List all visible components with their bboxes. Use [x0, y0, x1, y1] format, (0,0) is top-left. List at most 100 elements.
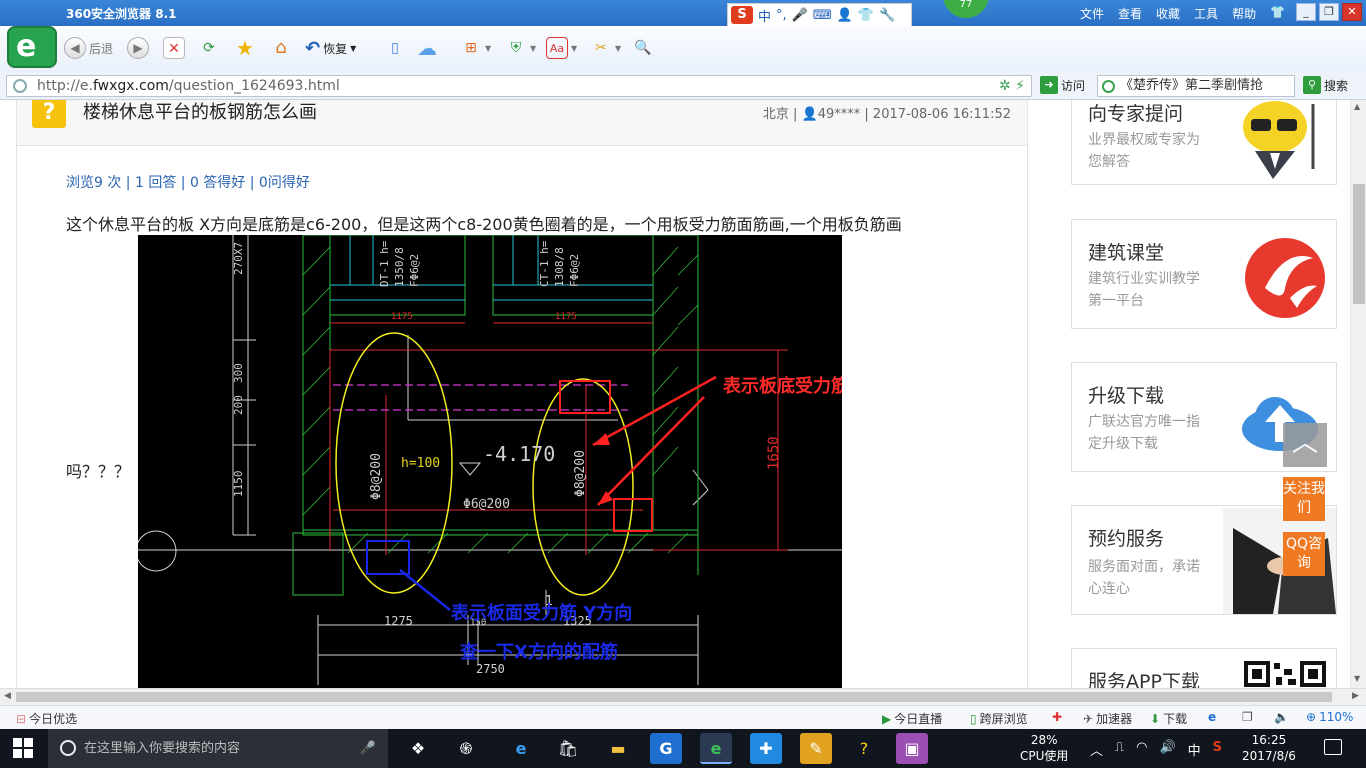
wrench-icon[interactable]: 🔧 [879, 8, 895, 23]
follow-us-button[interactable]: 关注我们 [1283, 477, 1325, 521]
sogou-tray-icon[interactable]: S [1213, 740, 1222, 759]
windows-start-icon[interactable] [13, 738, 33, 758]
zoom-indicator[interactable]: ⊕ 110% [1306, 710, 1353, 724]
stop-icon: ✕ [163, 37, 185, 59]
menu-view[interactable]: 查看 [1118, 5, 1142, 22]
vertical-scrollbar[interactable]: ▲ ▼ [1350, 100, 1366, 688]
skin-icon[interactable]: 👕 [1270, 5, 1285, 22]
scroll-right-icon[interactable]: ▶ [1352, 691, 1359, 701]
cad-tag2c: FΦ6@2 [568, 254, 581, 287]
task-view-icon[interactable]: ❖ [402, 733, 434, 764]
window-icon[interactable]: ❐ [1242, 710, 1253, 724]
notification-badge[interactable]: 77 [943, 0, 989, 18]
download-button[interactable]: ⬇ 下载 [1150, 710, 1187, 727]
restore-button[interactable]: ↶ 恢复 ▼ [305, 36, 356, 60]
ime-lang[interactable]: 中 [758, 6, 771, 25]
question-body-line1: 这个休息平台的板 X方向是底筋是c6-200，但是这两个c8-200黄色圈着的是… [66, 215, 902, 234]
shirt-icon[interactable]: 👕 [858, 8, 874, 23]
notes-app-icon[interactable]: ✎ [800, 733, 832, 764]
ime-toolbar[interactable]: S 中 °, 🎤 ⌨ 👤 👕 🔧 [727, 3, 912, 27]
menu-help[interactable]: 帮助 [1232, 5, 1256, 22]
cad-dim-top-1: 1175 [391, 312, 413, 322]
favorites-button[interactable]: ★ [234, 36, 256, 60]
wifi-icon[interactable]: ◠ [1136, 740, 1147, 759]
phone-icon: ▯ [391, 40, 399, 56]
dropdown-arrow-icon: ▼ [485, 43, 492, 53]
app-image-icon[interactable]: ▣ [896, 733, 928, 764]
browser-window: 360安全浏览器 8.1 S 中 °, 🎤 ⌨ 👤 👕 🔧 77 文件 查看 收… [0, 0, 1366, 768]
app-g-icon[interactable]: G [650, 733, 682, 764]
vertical-scroll-thumb[interactable] [1353, 184, 1365, 304]
scroll-down-icon[interactable]: ▼ [1354, 674, 1360, 683]
screenshot-button[interactable]: ✂ ▼ [590, 36, 621, 60]
translate-button[interactable]: Aa ▼ [546, 36, 577, 60]
url-input[interactable]: http://e.fwxgx.com/question_1624693.html… [6, 75, 1032, 97]
search-input[interactable]: 《楚乔传》第二季剧情抢 [1097, 75, 1295, 97]
keyboard-icon[interactable]: ⌨ [813, 8, 832, 23]
zoom-button[interactable]: 🔍 [632, 36, 654, 60]
cloud-button[interactable]: ☁ [416, 36, 438, 60]
scroll-left-icon[interactable]: ◀ [4, 691, 11, 701]
horizontal-scroll-thumb[interactable] [16, 692, 1332, 702]
cad-dim-left-4: 1150 [232, 471, 245, 498]
question-stats[interactable]: 浏览9 次 | 1 回答 | 0 答得好 | 0问得好 [66, 172, 310, 192]
app-question-icon[interactable]: ? [848, 733, 880, 764]
star-icon: ★ [236, 36, 254, 60]
microphone-icon[interactable]: 🎤 [792, 8, 808, 23]
refresh-button[interactable]: ⟳ [198, 36, 220, 60]
file-explorer-icon[interactable]: ▬ [602, 733, 634, 764]
apps-grid-icon: ⊞ [465, 40, 477, 56]
minimize-button[interactable]: _ [1296, 3, 1316, 21]
search-button[interactable]: ⚲ 搜索 [1303, 76, 1348, 94]
store-icon[interactable]: 🛍 [552, 733, 584, 764]
speaker-icon[interactable]: 🔊 [1159, 740, 1175, 759]
menu-file[interactable]: 文件 [1080, 5, 1104, 22]
sogou-ime-icon[interactable]: S [731, 6, 753, 24]
today-picks-button[interactable]: ⊟ 今日优选 [16, 710, 77, 727]
stop-button[interactable]: ✕ [163, 36, 185, 60]
menu-tools[interactable]: 工具 [1194, 5, 1218, 22]
back-to-top-button[interactable]: ︿ [1283, 423, 1327, 467]
360-browser-taskbar-icon[interactable]: e [700, 733, 732, 764]
back-button[interactable]: ◀ 后退 [64, 36, 113, 60]
volume-icon[interactable]: 🔈 [1274, 710, 1289, 724]
ime-indicator[interactable]: 中 [1188, 740, 1201, 759]
sidebar-card-app[interactable]: 服务APP下载 [1071, 648, 1337, 688]
speed-mode-icon[interactable]: ✲ ⚡ [999, 76, 1025, 96]
menu-favorites[interactable]: 收藏 [1156, 5, 1180, 22]
close-button[interactable]: ✕ [1342, 3, 1362, 21]
microphone-icon[interactable]: 🎤 [360, 729, 376, 768]
live-button[interactable]: ▶ 今日直播 [882, 710, 942, 727]
edge-spiral-icon[interactable]: ֍ [450, 733, 482, 764]
forward-button[interactable]: ▶ [127, 36, 149, 60]
mobile-button[interactable]: ▯ [384, 36, 406, 60]
apps-button[interactable]: ⊞ ▼ [460, 36, 491, 60]
sidebar-card-expert[interactable]: 向专家提问 业界最权威专家为您解答 [1071, 100, 1337, 185]
edge-browser-icon[interactable]: e [505, 733, 537, 764]
app-plus-icon[interactable]: ✚ [750, 733, 782, 764]
ie-icon[interactable]: e [1208, 710, 1216, 724]
accelerator-button[interactable]: ✈ 加速器 [1083, 710, 1132, 727]
cross-screen-button[interactable]: ▯ 跨屏浏览 [970, 710, 1028, 727]
ime-punct[interactable]: °, [776, 8, 787, 23]
network-icon[interactable]: ⎍ [1115, 740, 1124, 759]
plus-shield-icon[interactable]: ✚ [1052, 710, 1062, 724]
browser-logo-icon[interactable]: e [7, 26, 57, 68]
scroll-up-icon[interactable]: ▲ [1354, 102, 1360, 111]
home-button[interactable]: ⌂ [270, 36, 292, 60]
action-center-icon[interactable] [1324, 739, 1342, 755]
cpu-usage-indicator[interactable]: 28% CPU使用 [1020, 732, 1068, 764]
chevron-up-icon[interactable]: ︿ [1090, 740, 1103, 759]
cad-dim-top-2: 1175 [555, 312, 577, 322]
security-button[interactable]: ⛨ ▼ [505, 36, 536, 60]
cad-annotation-blue-2: 查一下X方向的配筋 [460, 641, 618, 663]
cloud-icon: ☁ [417, 36, 437, 60]
taskbar-search-input[interactable]: 在这里输入你要搜索的内容 🎤 [48, 729, 388, 768]
qq-consult-button[interactable]: QQ咨询 [1283, 532, 1325, 576]
horizontal-scrollbar[interactable]: ◀ ▶ [0, 688, 1366, 705]
sidebar-card-course[interactable]: 建筑课堂 建筑行业实训教学第一平台 [1071, 219, 1337, 329]
maximize-button[interactable]: ❐ [1319, 3, 1339, 21]
system-clock[interactable]: 16:25 2017/8/6 [1242, 732, 1296, 764]
user-icon[interactable]: 👤 [837, 8, 853, 23]
visit-button[interactable]: ➜ 访问 [1040, 76, 1085, 94]
